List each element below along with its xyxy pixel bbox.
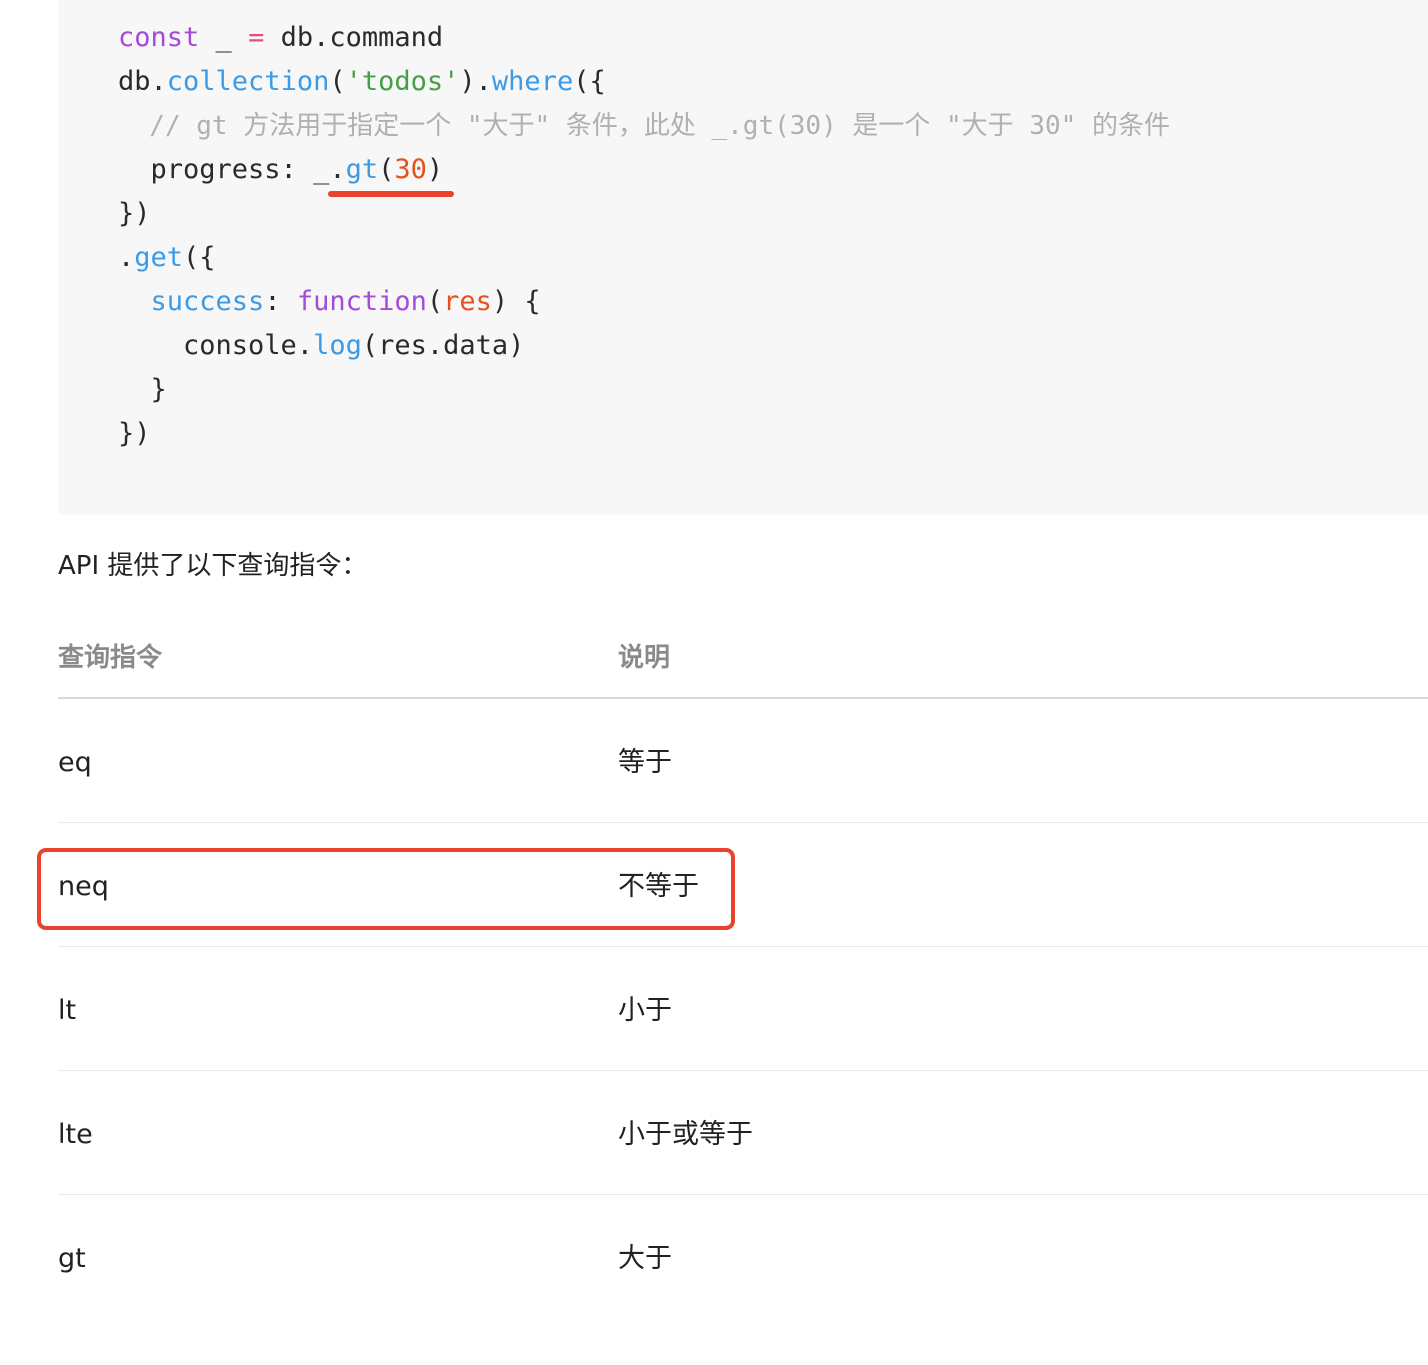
code-line-7: success: function(res) { xyxy=(150,286,541,317)
highlight-annotation-box xyxy=(37,848,735,930)
table-header-divider xyxy=(58,697,1428,699)
table-row: lt 小于 xyxy=(58,993,1428,1117)
code-line-6: .get({ xyxy=(118,242,216,273)
description-cell: 等于 xyxy=(618,747,672,778)
table-row: gt 大于 xyxy=(58,1241,1428,1365)
table-row: lte 小于或等于 xyxy=(58,1117,1428,1241)
code-comment: // gt 方法用于指定一个 "大于" 条件，此处 _.gt(30) 是一个 "… xyxy=(118,111,1170,141)
intro-text: API 提供了以下查询指令： xyxy=(58,551,368,581)
command-cell: eq xyxy=(58,747,92,778)
command-cell: lt xyxy=(58,995,77,1026)
row-divider xyxy=(58,1070,1428,1071)
command-cell: gt xyxy=(58,1243,86,1274)
row-divider xyxy=(58,946,1428,947)
code-line-4: progress: _.gt(30) xyxy=(118,154,444,185)
code-line-8: console.log(res.data) xyxy=(118,330,525,361)
code-line-2: db.collection('todos').where({ xyxy=(118,66,606,97)
description-cell: 小于 xyxy=(618,995,672,1026)
description-cell: 小于或等于 xyxy=(618,1119,753,1150)
table-header-description: 说明 xyxy=(618,643,671,673)
row-divider xyxy=(58,1194,1428,1195)
code-line-9: } xyxy=(118,374,167,405)
code-line-10: }) xyxy=(118,418,151,449)
command-cell: lte xyxy=(58,1119,93,1150)
code-line-5: }) xyxy=(118,198,151,229)
description-cell: 大于 xyxy=(618,1243,672,1274)
code-line-1: const _ = db.command xyxy=(118,22,444,53)
code-underline-annotation xyxy=(328,191,454,197)
row-divider xyxy=(58,822,1428,823)
table-header-command: 查询指令 xyxy=(58,643,163,673)
